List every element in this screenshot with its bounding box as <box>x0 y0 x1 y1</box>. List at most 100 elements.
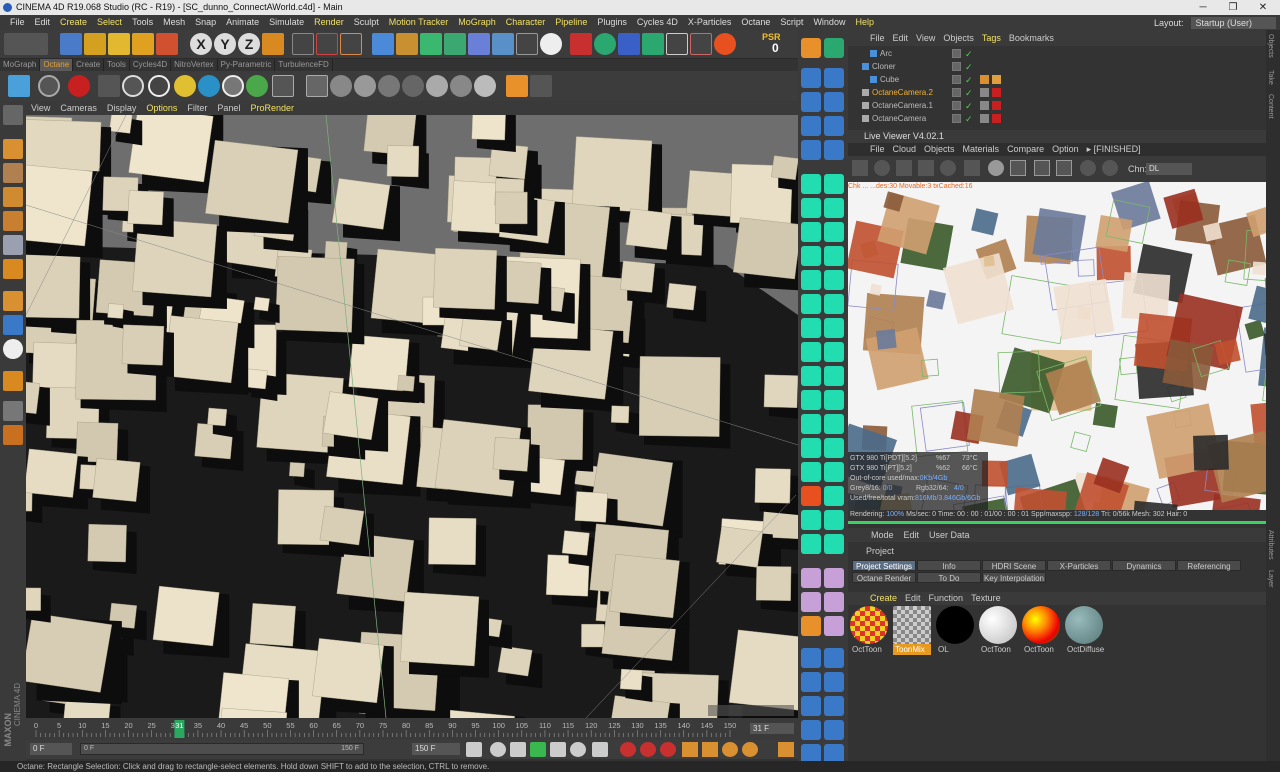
side-tab-take[interactable]: Take <box>1267 70 1274 85</box>
menu-character[interactable]: Character <box>501 15 551 30</box>
octane-object-icon[interactable] <box>801 696 821 716</box>
camera-tag-icon[interactable] <box>980 101 989 110</box>
undo-redo-group[interactable] <box>4 33 48 55</box>
attr-tab-referencing[interactable]: Referencing <box>1177 560 1241 571</box>
frame-readout[interactable]: 31 F <box>750 723 794 734</box>
object-menu-bookmarks[interactable]: Bookmarks <box>1005 30 1058 46</box>
floor-icon[interactable] <box>492 33 514 55</box>
octane-object-icon[interactable] <box>801 198 821 218</box>
octane-object-icon[interactable] <box>801 246 821 266</box>
lv-menu-compare[interactable]: Compare <box>1003 143 1048 156</box>
viewport-menu-panel[interactable]: Panel <box>212 101 245 115</box>
octane-object-icon[interactable] <box>801 342 821 362</box>
scale-key-icon[interactable] <box>702 742 718 757</box>
previous-frame-icon[interactable] <box>510 742 526 757</box>
menu-script[interactable]: Script <box>775 15 808 30</box>
octane-object-icon[interactable] <box>801 222 821 242</box>
lv-channel-dropdown[interactable]: DL <box>1146 163 1192 175</box>
viewport-menu-options[interactable]: Options <box>141 101 182 115</box>
locked-workplane-icon[interactable] <box>3 425 23 445</box>
render-view-icon[interactable] <box>292 33 314 55</box>
play-icon[interactable] <box>530 742 546 757</box>
material-menu-function[interactable]: Function <box>925 592 968 605</box>
material-sphere-metal-icon[interactable] <box>450 75 472 97</box>
move-icon[interactable] <box>84 33 106 55</box>
plugin-tab-cycles4d[interactable]: Cycles4D <box>130 59 172 71</box>
octane-window-icon[interactable] <box>666 33 688 55</box>
octane-camera-tag-icon[interactable] <box>992 101 1001 110</box>
octane-object-icon[interactable] <box>824 116 844 136</box>
camera-tag-icon[interactable] <box>980 114 989 123</box>
close-icon[interactable]: ✕ <box>1248 0 1278 15</box>
tweak-mode-icon[interactable] <box>3 315 23 335</box>
coordinate-system-icon[interactable] <box>262 33 284 55</box>
material-menu-texture[interactable]: Texture <box>967 592 1005 605</box>
attr-menu-user-data[interactable]: User Data <box>924 528 975 542</box>
menu-plugins[interactable]: Plugins <box>592 15 632 30</box>
attr-tab-to-do[interactable]: To Do <box>917 572 981 583</box>
live-viewer-render[interactable]: Chk ... ...des:30 Movable:3 txCached:16 … <box>848 182 1280 510</box>
material-sphere-light-icon[interactable] <box>354 75 376 97</box>
viewport-menu-prorender[interactable]: ProRender <box>245 101 299 115</box>
attr-tab-dynamics[interactable]: Dynamics <box>1112 560 1176 571</box>
octane-object-icon[interactable] <box>824 222 844 242</box>
visibility-toggle[interactable] <box>952 75 961 84</box>
octane-object-icon[interactable] <box>824 294 844 314</box>
object-name[interactable]: OctaneCamera.2 <box>872 86 933 99</box>
plugin-tab-octane[interactable]: Octane <box>40 59 74 71</box>
octane-object-icon[interactable] <box>824 462 844 482</box>
octane-object-icon[interactable] <box>824 342 844 362</box>
octane-object-icon[interactable] <box>824 198 844 218</box>
keyframe-selection-icon[interactable] <box>660 742 676 757</box>
lv-lock-icon[interactable] <box>964 160 980 176</box>
camera-tag-icon[interactable] <box>980 88 989 97</box>
octane-object-icon[interactable] <box>824 486 844 506</box>
menu-octane[interactable]: Octane <box>736 15 775 30</box>
rotation-key-icon[interactable] <box>722 742 738 757</box>
y-axis-button[interactable]: Y <box>214 33 236 55</box>
render-settings-icon[interactable] <box>340 33 362 55</box>
octane-object-icon[interactable] <box>824 38 844 58</box>
frame-range-slider[interactable]: 0 F 150 F <box>80 743 364 755</box>
render-picture-viewer-icon[interactable] <box>316 33 338 55</box>
octane-tool-icon[interactable] <box>272 75 294 97</box>
material-swatch[interactable]: OctToon <box>850 606 888 656</box>
recent-tools-icon[interactable] <box>156 33 178 55</box>
object-row[interactable]: OctaneCamera.2 ✓ <box>848 86 1258 99</box>
object-row[interactable]: OctaneCamera ✓ <box>848 112 1258 125</box>
lv-pick-icon[interactable] <box>1080 160 1096 176</box>
menu-create[interactable]: Create <box>55 15 92 30</box>
octane-object-icon[interactable] <box>824 648 844 668</box>
octane-sun-icon[interactable] <box>174 75 196 97</box>
attr-menu-mode[interactable]: Mode <box>866 528 899 542</box>
lv-settings-gear-icon[interactable] <box>940 160 956 176</box>
octane-object-icon[interactable] <box>824 616 844 636</box>
menu-animate[interactable]: Animate <box>221 15 264 30</box>
object-menu-view[interactable]: View <box>912 30 939 46</box>
octane-object-icon[interactable] <box>801 294 821 314</box>
cube-primitive-icon[interactable] <box>372 33 394 55</box>
lv-send-scene-icon[interactable] <box>852 160 868 176</box>
plugin-tab-py-parametric[interactable]: Py-Parametric <box>218 59 276 71</box>
octane-object-icon[interactable] <box>801 174 821 194</box>
lv-frame-icon[interactable] <box>1034 160 1050 176</box>
octane-object-icon[interactable] <box>824 270 844 290</box>
octane-object-icon[interactable] <box>801 270 821 290</box>
visibility-toggle[interactable] <box>952 101 961 110</box>
pen-spline-icon[interactable] <box>396 33 418 55</box>
octane-object-icon[interactable] <box>801 648 821 668</box>
octane-object-icon[interactable] <box>801 38 821 58</box>
menu-cycles-4d[interactable]: Cycles 4D <box>632 15 683 30</box>
lv-pause-icon[interactable] <box>896 160 912 176</box>
object-name[interactable]: Cloner <box>872 60 896 73</box>
layout-dropdown[interactable]: Startup (User) <box>1191 17 1276 29</box>
menu-pipeline[interactable]: Pipeline <box>550 15 592 30</box>
visibility-toggle[interactable] <box>952 49 961 58</box>
octane-sphere-icon[interactable] <box>122 75 144 97</box>
material-menu-create[interactable]: Create <box>866 592 901 605</box>
minimize-icon[interactable]: ─ <box>1188 0 1218 15</box>
octane-settings-gear-icon[interactable] <box>38 75 60 97</box>
polygons-mode-icon[interactable] <box>3 259 23 279</box>
workplane-icon[interactable] <box>3 187 23 207</box>
object-row[interactable]: Cube ✓ <box>848 73 1258 86</box>
